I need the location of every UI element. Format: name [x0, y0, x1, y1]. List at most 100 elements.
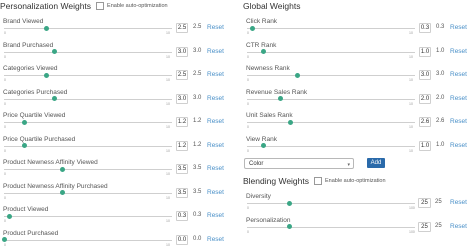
blending-auto-checkbox[interactable] — [314, 177, 322, 185]
reset-link[interactable]: Reset — [450, 48, 467, 55]
slider-track[interactable] — [4, 216, 172, 217]
add-button[interactable]: Add — [367, 158, 385, 168]
weight-select[interactable]: Color ▾ — [244, 158, 354, 169]
slider-track[interactable] — [4, 122, 172, 123]
value-display: 2.0 — [436, 94, 445, 101]
value-input[interactable]: 0.3 — [419, 23, 431, 33]
reset-link[interactable]: Reset — [450, 71, 467, 78]
reset-link[interactable]: Reset — [207, 71, 224, 78]
reset-link[interactable]: Reset — [450, 142, 467, 149]
slider-thumb[interactable] — [278, 96, 284, 101]
value-input[interactable]: 1.0 — [419, 140, 431, 151]
slider-thumb[interactable] — [261, 49, 267, 54]
slider-max-label: 100 — [409, 229, 415, 234]
value-input[interactable]: 2.0 — [419, 93, 431, 104]
value-input[interactable]: 3.5 — [176, 164, 188, 174]
slider-track[interactable] — [4, 169, 172, 170]
slider-thumb[interactable] — [249, 25, 255, 31]
slider-row: Categories Viewed 0 10 2.5 2.5 Reset — [0, 59, 230, 83]
reset-link[interactable]: Reset — [207, 48, 224, 55]
reset-link[interactable]: Reset — [450, 95, 467, 102]
value-input[interactable]: 25 — [418, 198, 431, 208]
slider-track[interactable] — [247, 51, 415, 53]
slider-thumb[interactable] — [21, 119, 27, 125]
slider-max-label: 10 — [409, 101, 413, 106]
slider-track[interactable] — [247, 203, 415, 204]
reset-link[interactable]: Reset — [207, 189, 224, 196]
slider-label: Price Quartile Purchased — [3, 135, 76, 143]
slider-max-label: 10 — [166, 219, 170, 223]
value-input[interactable]: 3.5 — [176, 187, 188, 198]
personalization-rows: Brand Viewed 0 10 2.5 2.5 Reset Brand Purchase… — [0, 12, 230, 247]
value-input[interactable]: 3.0 — [419, 70, 431, 80]
slider-track[interactable] — [4, 145, 172, 147]
personalization-auto-checkbox[interactable] — [96, 2, 105, 10]
slider-thumb[interactable] — [60, 166, 66, 172]
slider-row: Brand Viewed 0 10 2.5 2.5 Reset — [0, 12, 230, 36]
slider-row: Product Newness Affinity Purchased 0 10 3.5… — [0, 177, 230, 201]
slider-thumb[interactable] — [43, 72, 49, 78]
reset-link[interactable]: Reset — [207, 212, 224, 219]
slider-thumb[interactable] — [51, 96, 57, 101]
value-input[interactable]: 3.0 — [176, 46, 188, 57]
slider-row: Newness Rank 0 10 3.0 3.0 Reset — [243, 59, 470, 83]
value-input[interactable]: 0.0 — [176, 234, 188, 245]
slider-track[interactable] — [247, 75, 415, 76]
slider-track[interactable] — [247, 145, 415, 147]
slider-label: Product Viewed — [3, 206, 49, 213]
slider-thumb[interactable] — [261, 143, 267, 148]
value-input[interactable]: 2.5 — [176, 70, 188, 80]
value-input[interactable]: 3.0 — [176, 93, 188, 104]
slider-track[interactable] — [247, 226, 415, 228]
value-input[interactable]: 25 — [418, 221, 431, 232]
reset-link[interactable]: Reset — [207, 236, 224, 243]
slider-thumb[interactable] — [288, 119, 294, 125]
blending-auto-label: Enable auto-optimization — [325, 178, 386, 184]
slider-min-label: 0 — [247, 31, 249, 35]
slider-thumb[interactable] — [43, 25, 49, 31]
slider-min-label: 0 — [247, 78, 249, 82]
reset-link[interactable]: Reset — [450, 223, 467, 230]
slider-track[interactable] — [4, 192, 172, 194]
value-input[interactable]: 1.2 — [176, 117, 188, 127]
reset-link[interactable]: Reset — [207, 95, 224, 102]
slider-row: Price Quartile Purchased 0 10 1.2 1.2 Reset — [0, 130, 230, 154]
slider-thumb[interactable] — [1, 237, 7, 242]
slider-max-label: 10 — [409, 31, 413, 35]
slider-thumb[interactable] — [286, 224, 292, 229]
slider-min-label: 0 — [247, 125, 249, 129]
value-input[interactable]: 1.0 — [419, 46, 431, 57]
slider-min-label: 0 — [4, 78, 6, 82]
slider-thumb[interactable] — [21, 143, 27, 148]
global-header: Global Weights — [243, 0, 470, 12]
slider-thumb[interactable] — [294, 72, 300, 78]
reset-link[interactable]: Reset — [450, 118, 467, 125]
reset-link[interactable]: Reset — [207, 118, 224, 125]
value-display: 0.3 — [193, 212, 202, 218]
slider-thumb[interactable] — [6, 213, 12, 219]
reset-link[interactable]: Reset — [450, 199, 467, 206]
slider-track[interactable] — [247, 98, 415, 100]
value-input[interactable]: 1.2 — [176, 140, 188, 151]
slider-thumb[interactable] — [51, 49, 57, 54]
slider-max-label: 10 — [166, 195, 170, 200]
reset-link[interactable]: Reset — [207, 142, 224, 149]
slider-thumb[interactable] — [286, 200, 292, 206]
slider-row: Product Newness Affinity Viewed 0 10 3.5 3.5… — [0, 153, 230, 177]
reset-link[interactable]: Reset — [207, 24, 224, 31]
slider-track[interactable] — [247, 28, 415, 29]
slider-track[interactable] — [4, 75, 172, 76]
slider-thumb[interactable] — [60, 190, 66, 195]
value-display: 1.2 — [193, 118, 202, 124]
value-input[interactable]: 2.5 — [176, 23, 188, 33]
slider-label: Brand Viewed — [3, 18, 44, 25]
slider-track[interactable] — [4, 28, 172, 29]
reset-link[interactable]: Reset — [207, 165, 224, 172]
slider-track[interactable] — [4, 239, 172, 241]
value-input[interactable]: 2.6 — [419, 117, 431, 127]
value-input[interactable]: 0.3 — [176, 211, 188, 221]
slider-track[interactable] — [4, 98, 172, 100]
slider-track[interactable] — [4, 51, 172, 53]
reset-link[interactable]: Reset — [450, 24, 467, 31]
slider-track[interactable] — [247, 122, 415, 123]
